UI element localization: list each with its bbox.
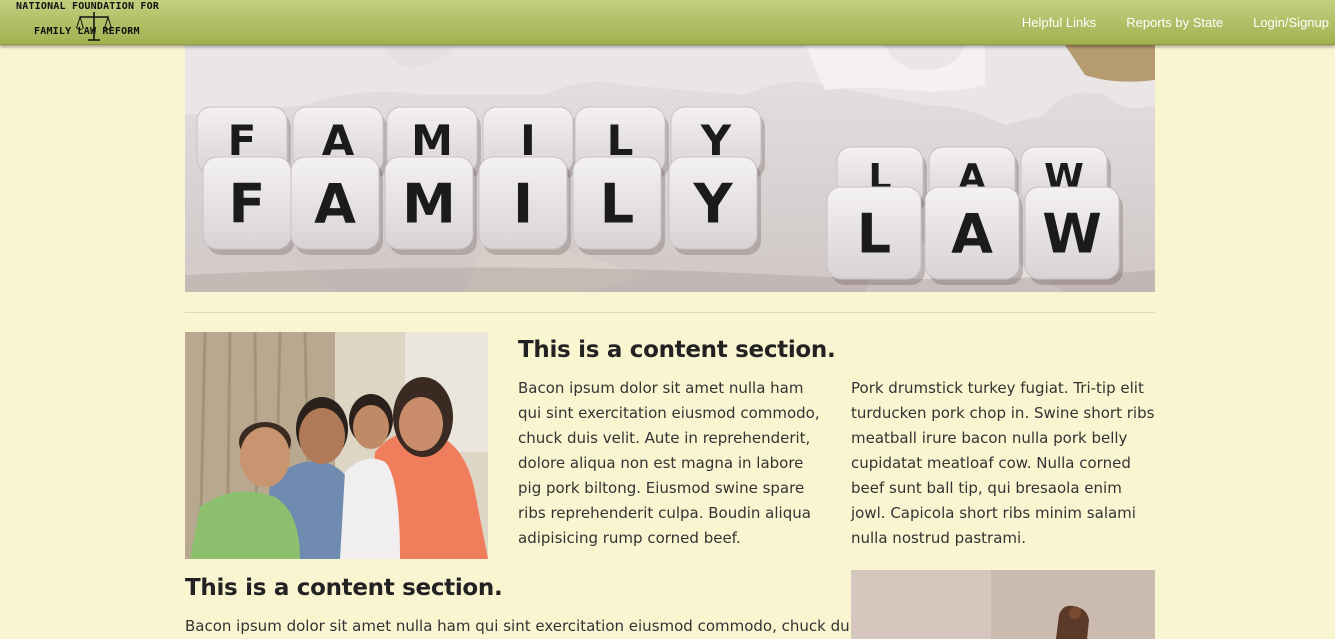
site-logo[interactable]: NATIONAL FOUNDATION FOR FAMILY LAW REFOR… bbox=[14, 0, 174, 45]
section-2-text: Bacon ipsum dolor sit amet nulla ham qui… bbox=[185, 617, 862, 635]
svg-text:F: F bbox=[229, 172, 266, 235]
svg-text:A: A bbox=[951, 202, 993, 265]
svg-text:W: W bbox=[1042, 202, 1102, 265]
letter-block-front-2: M bbox=[384, 156, 477, 255]
logo-line-1: NATIONAL FOUNDATION FOR bbox=[16, 1, 160, 12]
letter-block-front-4: L bbox=[572, 156, 665, 255]
nav-reports-by-state[interactable]: Reports by State bbox=[1126, 15, 1223, 30]
svg-text:M: M bbox=[402, 172, 456, 235]
hero-family-law-image: FAMILYFAMILYLAWLAW bbox=[185, 45, 1155, 292]
nav-login-signup[interactable]: Login/Signup bbox=[1253, 15, 1329, 30]
nav-links: Helpful Links Reports by State Login/Sig… bbox=[992, 0, 1329, 45]
family-photo bbox=[185, 332, 488, 559]
section-1-heading: This is a content section. bbox=[518, 337, 836, 363]
section-divider bbox=[185, 312, 1155, 313]
law-block-front-1: A bbox=[924, 186, 1023, 285]
nav-helpful-links[interactable]: Helpful Links bbox=[1022, 15, 1096, 30]
law-block-front-2: W bbox=[1024, 186, 1123, 285]
svg-text:I: I bbox=[513, 172, 533, 235]
content-photo-2 bbox=[851, 570, 1155, 639]
svg-text:Y: Y bbox=[692, 172, 733, 235]
letter-block-front-3: I bbox=[478, 156, 571, 255]
letter-block-front-5: Y bbox=[668, 156, 761, 255]
letter-block-front-0: F bbox=[202, 156, 295, 255]
section-2-heading: This is a content section. bbox=[185, 575, 503, 601]
section-1-column-2-text: Pork drumstick turkey fugiat. Tri-tip el… bbox=[851, 379, 1155, 547]
section-1-column-1-text: Bacon ipsum dolor sit amet nulla ham qui… bbox=[518, 379, 820, 547]
svg-text:L: L bbox=[857, 202, 891, 265]
svg-text:L: L bbox=[600, 172, 634, 235]
logo-line-2: FAMILY LAW REFORM bbox=[34, 26, 140, 37]
top-navbar: NATIONAL FOUNDATION FOR FAMILY LAW REFOR… bbox=[0, 0, 1335, 45]
letter-block-front-1: A bbox=[290, 156, 383, 255]
svg-text:A: A bbox=[314, 172, 356, 235]
law-block-front-0: L bbox=[826, 186, 925, 285]
